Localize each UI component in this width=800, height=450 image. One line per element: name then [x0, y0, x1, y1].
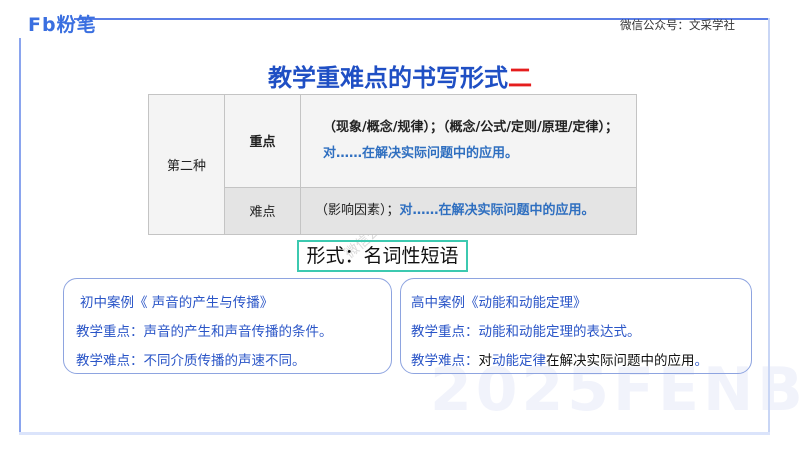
case-key-point: 教学重点：动能和动能定理的表达式。: [411, 324, 641, 340]
case-key-point: 教学重点：声音的产生和声音传播的条件。: [76, 324, 333, 340]
text: 动能定律: [492, 353, 546, 369]
title-accent: 二: [508, 64, 532, 92]
type-cell: 第二种: [148, 94, 225, 235]
text: 。: [694, 353, 709, 369]
frame-left-line: [19, 38, 21, 434]
case-title: 高中案例《动能和动能定理》: [411, 295, 587, 311]
row-content: （现象/概念/规律）；（概念/公式/定则/原理/定律）； 对……在解决实际问题中的…: [300, 94, 637, 188]
text: 教学难点：: [411, 353, 479, 369]
wechat-account-label: 微信公众号：文采学社: [620, 18, 735, 32]
case-difficult-point: 教学难点：不同介质传播的声速不同。: [76, 353, 306, 369]
content-highlight: 对……在解决实际问题中的应用。: [323, 145, 519, 161]
table-row-key: 第二种 重点 （现象/概念/规律）；（概念/公式/定则/原理/定律）； 对……在解…: [148, 94, 637, 235]
text: 对: [478, 353, 493, 369]
title-main: 教学重难点的书写形式: [268, 64, 508, 92]
content-part: （影响因素）；: [315, 202, 400, 218]
form-label-box: 形式：名词性短语: [297, 240, 468, 272]
frame-bottom-line: [19, 432, 770, 435]
case-title: 初中案例《 声音的产生与传播》: [80, 295, 274, 311]
format-table: 第二种 重点 （现象/概念/规律）；（概念/公式/定则/原理/定律）； 对……在解…: [148, 94, 637, 236]
fenbi-logo: Fb粉笔: [28, 14, 97, 36]
row-content: （影响因素）；对……在解决实际问题中的应用。: [300, 186, 637, 236]
text: 在解决实际问题中的应用: [546, 353, 695, 369]
junior-case-box: 初中案例《 声音的产生与传播》 教学重点：声音的产生和声音传播的条件。 教学难点…: [63, 278, 392, 374]
row-label: 重点: [224, 94, 301, 188]
page-title: 教学重难点的书写形式二: [0, 58, 800, 93]
row-label: 难点: [224, 186, 301, 236]
case-difficult-point: 教学难点：对动能定律在解决实际问题中的应用。: [411, 347, 751, 376]
senior-case-box: 高中案例《动能和动能定理》 教学重点：动能和动能定理的表达式。 教学难点：对动能…: [400, 278, 752, 374]
content-highlight: 对……在解决实际问题中的应用。: [399, 202, 595, 218]
content-part: （现象/概念/规律）；（概念/公式/定则/原理/定律）；: [323, 119, 618, 135]
